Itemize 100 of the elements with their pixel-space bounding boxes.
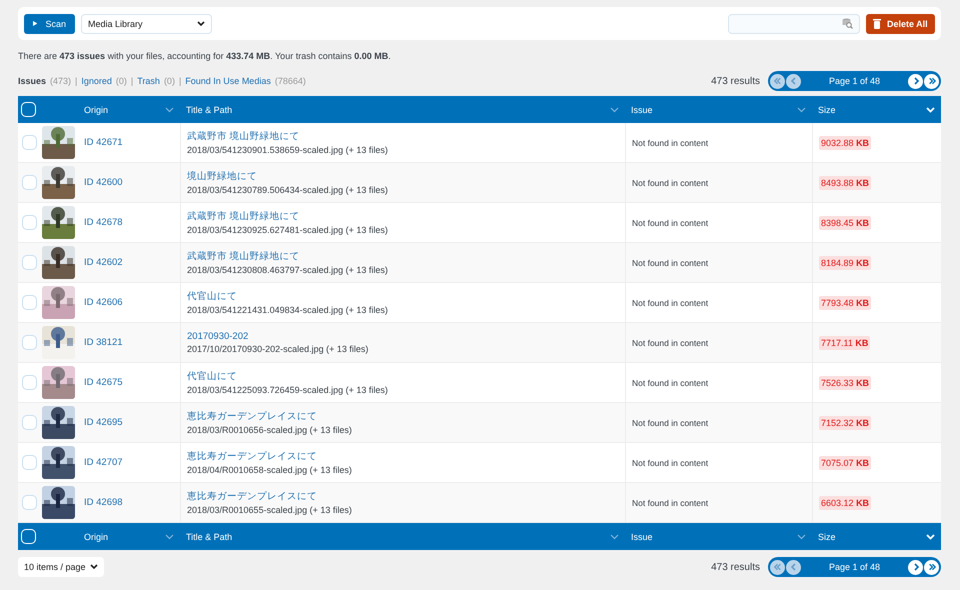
last-page-button[interactable] xyxy=(924,560,939,574)
file-path: 2018/04/R0010658-scaled.jpg (+ 13 files) xyxy=(187,465,353,475)
delete-all-button[interactable]: Delete All xyxy=(866,14,935,34)
column-header[interactable]: Issue xyxy=(631,532,653,542)
row-checkbox[interactable] xyxy=(22,335,37,350)
issue-text: Not found in content xyxy=(632,418,710,428)
row-checkbox[interactable] xyxy=(22,495,37,510)
title-link[interactable]: 武蔵野市 境山野緑地にて xyxy=(187,210,619,223)
sort-chevron-icon xyxy=(926,106,935,112)
origin-link[interactable]: ID 42695 xyxy=(84,417,174,428)
title-link[interactable]: 代官山にて xyxy=(187,370,619,383)
row-checkbox[interactable] xyxy=(22,455,37,470)
issue-text: Not found in content xyxy=(632,258,710,268)
chevron-down-icon xyxy=(610,106,619,112)
size-badge: 7793.48 KB xyxy=(819,296,872,310)
issue-text: Not found in content xyxy=(632,178,710,188)
results-count: 473 results xyxy=(711,76,760,86)
title-link[interactable]: 武蔵野市 境山野緑地にて xyxy=(187,250,619,263)
chevron-down-icon xyxy=(797,534,806,540)
size-badge: 8398.45 KB xyxy=(819,216,872,230)
size-badge: 7526.33 KB xyxy=(819,376,872,390)
column-header[interactable]: Size xyxy=(818,104,836,114)
file-path: 2017/10/20170930-202-scaled.jpg (+ 13 files) xyxy=(187,344,370,354)
title-link[interactable]: 代官山にて xyxy=(187,290,619,303)
tab-count: (0) xyxy=(116,76,127,86)
column-header[interactable]: Issue xyxy=(631,104,653,114)
origin-link[interactable]: ID 42606 xyxy=(84,297,174,308)
page-indicator: Page 1 of 48 xyxy=(828,76,882,86)
separator: | xyxy=(75,76,78,86)
row-checkbox[interactable] xyxy=(22,375,37,390)
file-path: 2018/03/541230789.506434-scaled.jpg (+ 13 files) xyxy=(187,185,389,195)
issue-text: Not found in content xyxy=(632,138,710,148)
size-badge: 6603.12 KB xyxy=(819,496,872,510)
file-path: 2018/03/541230901.538659-scaled.jpg (+ 13 files) xyxy=(187,145,389,155)
summary-text: There are 473 issues with your files, accounting for 433.74 MB. Your trash contains 0.00 MB. xyxy=(18,51,392,61)
title-link[interactable]: 恵比寿ガーデンプレイスにて xyxy=(187,450,619,463)
source-dropdown[interactable]: Media Library xyxy=(81,14,212,34)
filter-tab[interactable]: Trash xyxy=(137,76,160,86)
title-link[interactable]: 20170930-202 xyxy=(187,331,619,342)
double-chevron-left-icon xyxy=(772,562,783,572)
column-header[interactable]: Title & Path xyxy=(186,104,232,114)
filter-tab[interactable]: Ignored xyxy=(81,76,112,86)
origin-link[interactable]: ID 42600 xyxy=(84,177,174,188)
sort-chevron-icon xyxy=(926,534,935,540)
column-header[interactable]: Origin xyxy=(84,104,108,114)
filter-tab[interactable]: Issues xyxy=(18,76,46,86)
chevron-down-icon xyxy=(197,20,205,26)
issue-text: Not found in content xyxy=(632,378,710,388)
origin-link[interactable]: ID 42602 xyxy=(84,257,174,268)
size-badge: 8184.89 KB xyxy=(819,256,872,270)
chevron-left-icon xyxy=(789,562,798,572)
row-checkbox[interactable] xyxy=(22,295,37,310)
page-indicator: Page 1 of 48 xyxy=(828,562,882,572)
origin-link[interactable]: ID 42675 xyxy=(84,377,174,388)
tab-count: (473) xyxy=(50,76,72,86)
chevron-down-icon xyxy=(797,106,806,112)
file-path: 2018/03/541230925.627481-scaled.jpg (+ 13 files) xyxy=(187,225,389,235)
origin-link[interactable]: ID 38121 xyxy=(84,337,174,348)
title-link[interactable]: 武蔵野市 境山野緑地にて xyxy=(187,130,619,143)
issue-text: Not found in content xyxy=(632,218,710,228)
play-icon xyxy=(33,19,38,28)
next-page-button[interactable] xyxy=(908,74,923,88)
row-checkbox[interactable] xyxy=(22,135,37,150)
origin-link[interactable]: ID 42678 xyxy=(84,217,174,228)
file-path: 2018/03/541225093.726459-scaled.jpg (+ 13 files) xyxy=(187,385,389,395)
tab-count: (78664) xyxy=(274,76,306,86)
title-link[interactable]: 境山野緑地にて xyxy=(187,170,619,183)
row-checkbox[interactable] xyxy=(22,415,37,430)
scan-button[interactable]: Scan xyxy=(24,14,75,34)
chevron-left-icon xyxy=(789,76,798,86)
row-checkbox[interactable] xyxy=(22,255,37,270)
column-header[interactable]: Size xyxy=(818,532,836,542)
row-checkbox[interactable] xyxy=(22,215,37,230)
tab-count: (0) xyxy=(164,76,175,86)
size-badge: 7152.32 KB xyxy=(819,416,872,430)
title-link[interactable]: 恵比寿ガーデンプレイスにて xyxy=(187,410,619,423)
select-all-checkbox[interactable] xyxy=(21,102,36,117)
origin-link[interactable]: ID 42707 xyxy=(84,457,174,468)
issue-text: Not found in content xyxy=(632,498,710,508)
trash-icon xyxy=(873,18,881,29)
row-checkbox[interactable] xyxy=(22,175,37,190)
last-page-button[interactable] xyxy=(924,74,939,88)
origin-link[interactable]: ID 42671 xyxy=(84,137,174,148)
issue-text: Not found in content xyxy=(632,458,710,468)
next-page-button[interactable] xyxy=(908,560,923,574)
size-badge: 7717.11 KB xyxy=(819,336,870,350)
origin-link[interactable]: ID 42698 xyxy=(84,497,174,508)
size-badge: 8493.88 KB xyxy=(819,176,872,190)
size-badge: 7075.07 KB xyxy=(819,456,872,470)
title-link[interactable]: 恵比寿ガーデンプレイスにて xyxy=(187,490,619,503)
chevron-down-icon xyxy=(90,564,98,570)
column-header[interactable]: Title & Path xyxy=(186,532,232,542)
separator: | xyxy=(178,76,182,86)
select-all-checkbox[interactable] xyxy=(21,529,36,544)
items-per-page-dropdown[interactable]: 10 items / page xyxy=(18,557,104,577)
column-header[interactable]: Origin xyxy=(84,532,108,542)
filter-tab[interactable]: Found In Use Medias xyxy=(185,76,271,86)
separator: | xyxy=(130,76,134,86)
search-field[interactable] xyxy=(728,14,860,34)
file-path: 2018/03/541221431.049834-scaled.jpg (+ 13 files) xyxy=(187,305,389,315)
